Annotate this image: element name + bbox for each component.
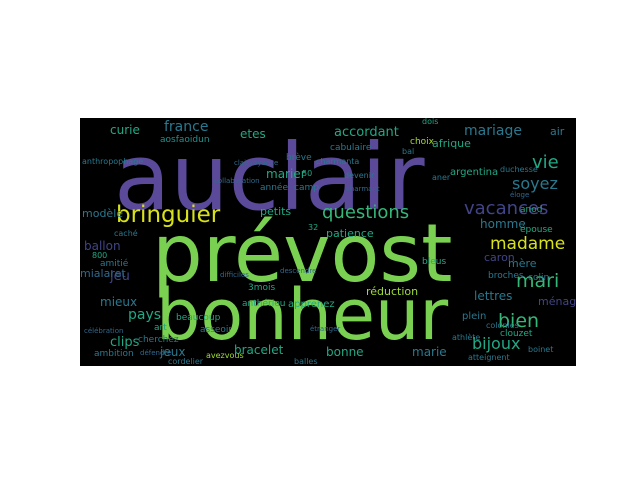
word: ménage: [538, 295, 576, 308]
word: étranger: [310, 325, 341, 333]
word: difficiles: [220, 271, 249, 279]
word: aner: [432, 173, 451, 182]
word: cabulaire: [330, 143, 372, 153]
word: brève: [286, 153, 312, 163]
word: art: [154, 323, 167, 333]
word: choix: [410, 137, 434, 147]
word: anthérieu: [242, 299, 286, 309]
word: marier: [266, 167, 306, 181]
word: camp: [294, 183, 319, 193]
word: célébration: [84, 327, 124, 335]
word: 32: [308, 223, 319, 232]
word: accordant: [334, 125, 399, 140]
word: colin: [528, 273, 550, 283]
word: année: [260, 183, 288, 193]
word: ambition: [94, 349, 134, 359]
word: mariage: [464, 123, 522, 139]
word: modèle: [82, 207, 124, 220]
word: soyez: [512, 174, 558, 193]
word: défendre: [140, 349, 172, 357]
word: amitié: [100, 259, 129, 269]
word: patience: [326, 227, 374, 240]
word: clairvoyance: [234, 159, 279, 167]
word: bringuier: [116, 202, 221, 228]
word: cordelier: [168, 357, 204, 366]
word: france: [164, 119, 209, 135]
word: bonne: [326, 345, 364, 359]
word: anthropophage: [82, 157, 144, 166]
word: afrique: [432, 137, 471, 150]
word: mieux: [100, 295, 138, 309]
word: petits: [260, 205, 292, 218]
word: lettres: [474, 289, 513, 303]
word: beaucoup: [176, 313, 221, 323]
word: réduction: [366, 285, 419, 298]
word: air: [550, 125, 565, 138]
word: clouzet: [500, 329, 533, 339]
word: etes: [240, 127, 266, 141]
word: anod: [520, 205, 543, 215]
word: atteignent: [468, 353, 510, 362]
word: collaboration: [214, 177, 260, 185]
word: bal: [402, 147, 415, 156]
word: asseoir: [200, 325, 233, 335]
word: 3mois: [248, 283, 276, 293]
word: charmanta: [316, 157, 360, 166]
word: apprenez: [288, 299, 335, 310]
word-cloud: auclair prévost bonheur bringuier questi…: [80, 118, 576, 366]
word: mialaret: [80, 267, 126, 280]
word: descendre: [280, 267, 317, 275]
word: marie: [412, 345, 447, 359]
word: charmant: [346, 185, 380, 193]
word: plein: [462, 311, 487, 322]
word: pays: [128, 307, 162, 323]
word: broches: [488, 271, 524, 281]
word: dois: [422, 118, 439, 126]
word: 50: [302, 169, 313, 178]
word: mère: [508, 257, 537, 270]
word: avezvous: [206, 351, 244, 360]
word: cherchez: [138, 335, 179, 345]
word: bleus: [422, 257, 447, 267]
word: colonies: [486, 321, 519, 330]
word: devenir: [344, 171, 375, 180]
word: homme: [480, 217, 526, 231]
word: balles: [294, 357, 318, 366]
word: questions: [322, 202, 410, 223]
word: 800: [92, 251, 108, 260]
word: épouse: [520, 225, 553, 235]
word: aosfaoidun: [160, 135, 210, 145]
word: argentina: [450, 167, 499, 178]
word: duchesse: [500, 165, 538, 174]
word: athlète: [452, 333, 481, 342]
word: clips: [110, 335, 140, 350]
word: caché: [114, 229, 138, 238]
word: éloge: [510, 191, 530, 199]
word: boinet: [528, 345, 554, 354]
word: curie: [110, 123, 140, 137]
